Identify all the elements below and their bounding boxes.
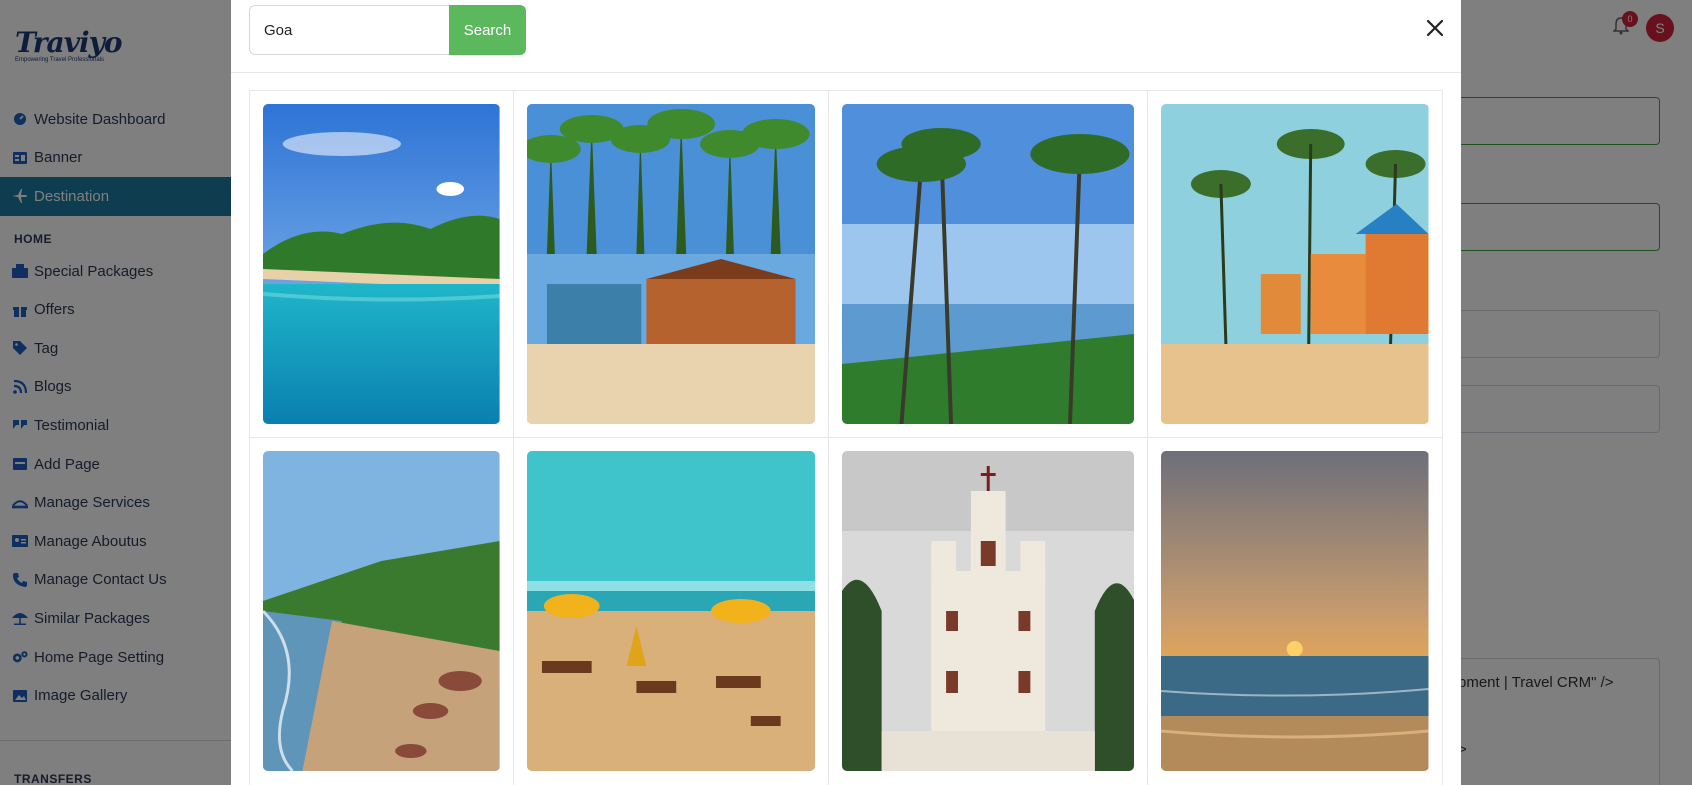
image-grid bbox=[249, 90, 1443, 785]
image-cell[interactable] bbox=[1148, 438, 1442, 785]
modal-header: Search bbox=[231, 0, 1461, 73]
close-icon bbox=[1426, 19, 1444, 37]
image-cell[interactable] bbox=[514, 91, 830, 437]
umbrella-beach-image[interactable] bbox=[526, 451, 816, 771]
palm-coast-image[interactable] bbox=[842, 104, 1135, 424]
image-search-modal: Search bbox=[231, 0, 1461, 785]
image-cell[interactable] bbox=[250, 438, 514, 785]
search-bar: Search bbox=[249, 5, 526, 55]
image-grid-row bbox=[250, 438, 1442, 785]
beach-cottages-image[interactable] bbox=[1161, 104, 1429, 424]
image-cell[interactable] bbox=[514, 438, 830, 785]
image-cell[interactable] bbox=[250, 91, 514, 437]
church-image[interactable] bbox=[842, 451, 1135, 771]
search-button[interactable]: Search bbox=[449, 5, 526, 55]
search-input[interactable] bbox=[249, 5, 449, 55]
sunset-sea-image[interactable] bbox=[1161, 451, 1429, 771]
close-button[interactable] bbox=[1423, 16, 1447, 40]
beach-cove-image[interactable] bbox=[263, 104, 500, 424]
image-cell[interactable] bbox=[829, 91, 1149, 437]
beach-huts-image[interactable] bbox=[526, 104, 816, 424]
rocky-beach-image[interactable] bbox=[263, 451, 500, 771]
image-cell[interactable] bbox=[1148, 91, 1442, 437]
image-grid-row bbox=[250, 91, 1442, 438]
image-cell[interactable] bbox=[829, 438, 1149, 785]
